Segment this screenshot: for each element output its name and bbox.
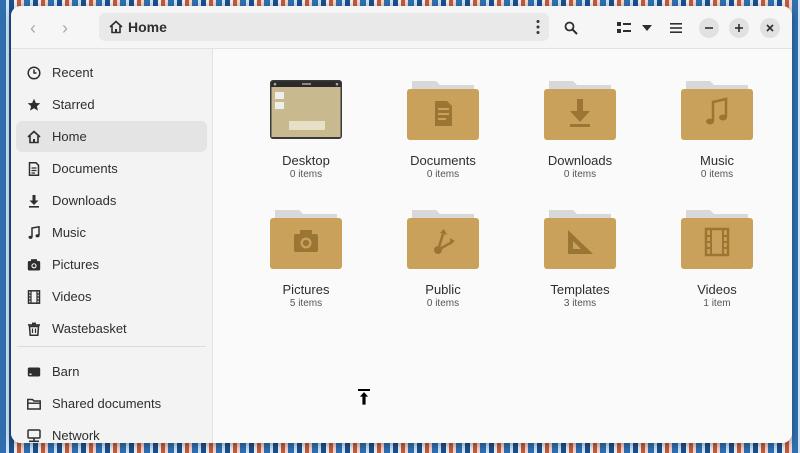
sidebar-item-recent[interactable]: Recent	[16, 57, 207, 88]
file-name: Downloads	[547, 153, 613, 168]
file-name: Videos	[697, 282, 737, 297]
search-icon	[564, 21, 578, 35]
file-item-music[interactable]: Music 0 items	[660, 49, 770, 180]
music-folder-icon	[681, 81, 753, 140]
file-name: Pictures	[282, 282, 330, 297]
sidebar-item-downloads[interactable]: Downloads	[16, 185, 207, 216]
file-item-pictures[interactable]: Pictures 5 items	[249, 178, 359, 309]
camera-icon	[27, 258, 41, 270]
star-icon	[27, 98, 41, 111]
path-label[interactable]: Home	[128, 19, 167, 35]
public-folder-icon	[407, 210, 479, 269]
sidebar-item-label: Videos	[52, 289, 92, 304]
file-name: Templates	[550, 282, 610, 297]
sidebar-item-label: Wastebasket	[52, 321, 127, 336]
main-menu-button[interactable]	[662, 14, 690, 42]
sidebar-item-label: Music	[52, 225, 86, 240]
sidebar-item-label: Barn	[52, 364, 80, 379]
sidebar-item-network[interactable]: Network	[16, 420, 207, 443]
close-icon	[766, 24, 774, 32]
sidebar-item-label: Starred	[52, 97, 95, 112]
close-button[interactable]	[760, 18, 780, 38]
file-grid: Desktop 0 items Documents 0 items Downlo…	[213, 49, 792, 443]
clock-icon	[27, 65, 41, 80]
videos-folder-icon	[681, 210, 753, 269]
sidebar-item-documents[interactable]: Documents	[16, 153, 207, 184]
list-view-icon	[617, 22, 631, 33]
sidebar-item-label: Downloads	[52, 193, 117, 208]
sidebar: Recent Starred Home Documents Downloads …	[11, 49, 213, 443]
sidebar-item-videos[interactable]: Videos	[16, 281, 207, 312]
minimize-icon	[705, 27, 713, 29]
minimize-button[interactable]	[699, 18, 719, 38]
sidebar-item-label: Home	[52, 129, 87, 144]
file-item-count: 3 items	[563, 298, 597, 309]
pictures-folder-icon	[270, 210, 342, 269]
chevron-left-icon: ‹	[30, 17, 36, 38]
search-button[interactable]	[557, 14, 585, 42]
chevron-down-icon	[642, 25, 652, 31]
file-item-count: 0 items	[426, 298, 460, 309]
mouse-cursor-icon	[358, 389, 370, 406]
file-name: Music	[700, 153, 734, 168]
folder-icon	[27, 398, 41, 410]
file-item-downloads[interactable]: Downloads 0 items	[523, 49, 633, 180]
file-name: Desktop	[282, 153, 330, 168]
sidebar-item-wastebasket[interactable]: Wastebasket	[16, 313, 207, 344]
documents-folder-icon	[407, 81, 479, 140]
file-item-templates[interactable]: Templates 3 items	[523, 178, 633, 309]
home-icon	[109, 20, 123, 34]
file-item-videos[interactable]: Videos 1 item	[660, 178, 770, 309]
network-icon	[27, 428, 41, 442]
sidebar-item-label: Recent	[52, 65, 94, 80]
file-name: Public	[425, 282, 461, 297]
trash-icon	[28, 322, 40, 336]
maximize-icon	[735, 24, 743, 32]
path-bar[interactable]: Home	[99, 13, 549, 41]
sidebar-item-label: Shared documents	[52, 396, 162, 411]
view-options-button[interactable]	[633, 14, 661, 42]
drive-icon	[27, 367, 41, 376]
music-icon	[28, 225, 40, 239]
document-icon	[28, 161, 40, 176]
file-item-count: 5 items	[289, 298, 323, 309]
file-item-desktop[interactable]: Desktop 0 items	[249, 49, 359, 180]
more-vertical-icon[interactable]	[535, 19, 541, 35]
sidebar-item-label: Pictures	[52, 257, 99, 272]
sidebar-separator	[17, 346, 206, 347]
sidebar-item-label: Network	[52, 428, 100, 443]
film-icon	[27, 289, 41, 304]
header-bar: ‹ › Home	[11, 6, 792, 49]
forward-button[interactable]: ›	[51, 14, 79, 42]
templates-folder-icon	[544, 210, 616, 269]
file-item-count: 1 item	[703, 298, 731, 309]
chevron-right-icon: ›	[62, 17, 68, 38]
download-icon	[29, 194, 39, 208]
desktop-folder-icon	[270, 80, 342, 139]
hamburger-menu-icon	[670, 23, 682, 33]
maximize-button[interactable]	[729, 18, 749, 38]
home-icon	[27, 129, 41, 143]
sidebar-item-pictures[interactable]: Pictures	[16, 249, 207, 280]
downloads-folder-icon	[544, 81, 616, 140]
sidebar-item-shared-documents[interactable]: Shared documents	[16, 388, 207, 419]
file-manager-window: ‹ › Home Recent Starred Home Documents D…	[11, 6, 792, 443]
sidebar-item-home[interactable]: Home	[16, 121, 207, 152]
sidebar-item-starred[interactable]: Starred	[16, 89, 207, 120]
back-button[interactable]: ‹	[19, 14, 47, 42]
file-item-documents[interactable]: Documents 0 items	[386, 49, 496, 180]
sidebar-item-barn[interactable]: Barn	[16, 356, 207, 387]
file-name: Documents	[410, 153, 476, 168]
file-item-public[interactable]: Public 0 items	[386, 178, 496, 309]
sidebar-item-music[interactable]: Music	[16, 217, 207, 248]
sidebar-item-label: Documents	[52, 161, 118, 176]
